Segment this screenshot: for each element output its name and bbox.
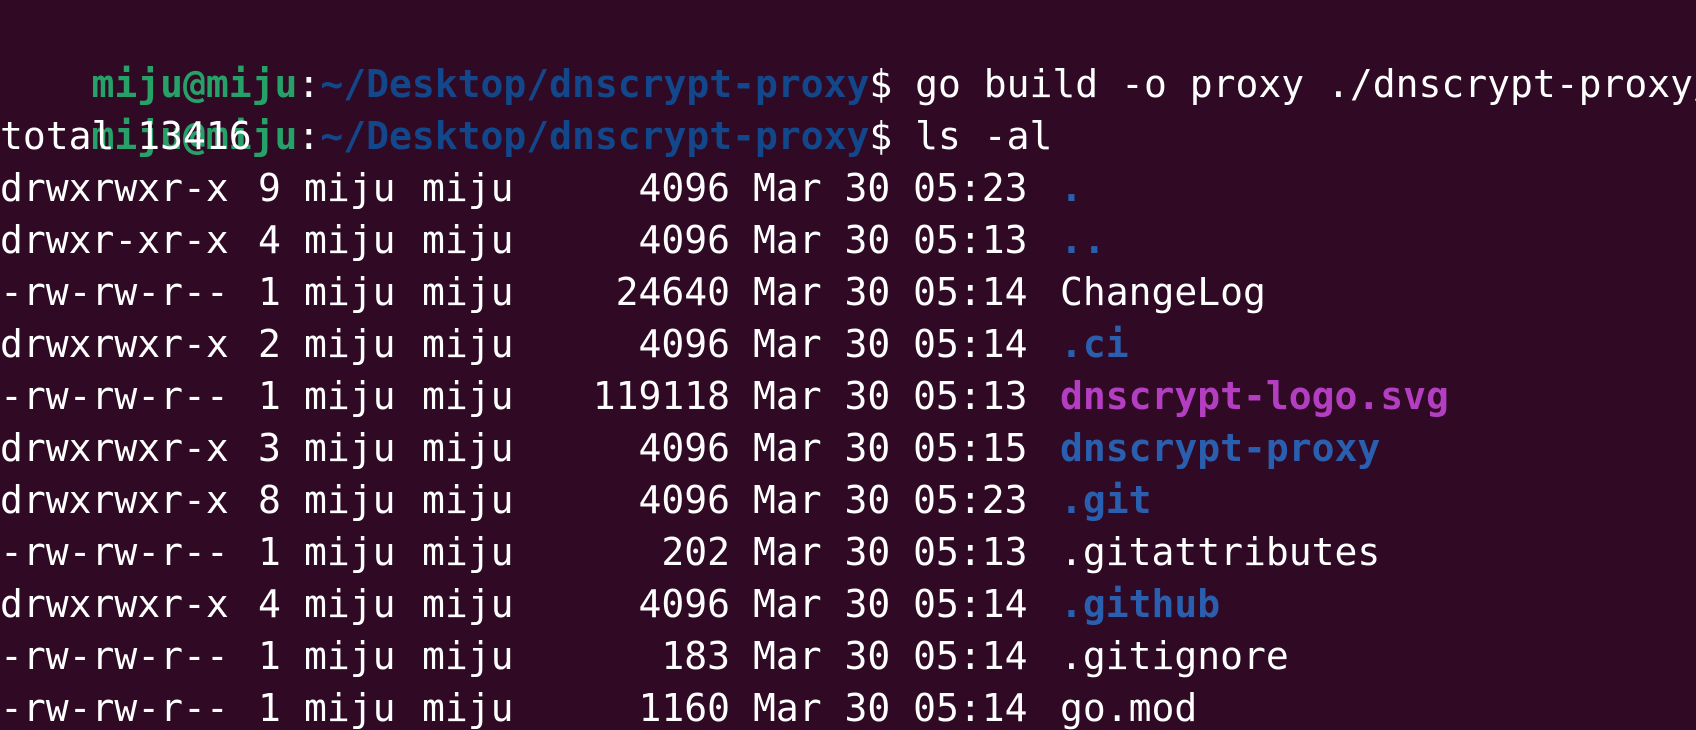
listing-row: -rw-rw-r-- 1 miju miju 119118 Mar 30 05:13 dns… (0, 370, 1696, 422)
link-count-cell: 1 (258, 374, 281, 418)
prompt-symbol: $ (869, 114, 893, 158)
prompt-separator: : (297, 114, 321, 158)
link-count-cell: 9 (258, 166, 281, 210)
date-cell: Mar 30 05:14 (753, 270, 1028, 314)
listing-row: drwxrwxr-x 9 miju miju 4096 Mar 30 05:23. (0, 162, 1696, 214)
group-cell: miju (422, 530, 514, 574)
date-cell: Mar 30 05:14 (753, 322, 1028, 366)
filename-cell: .. (1060, 218, 1106, 262)
group-cell: miju (422, 166, 514, 210)
group-cell: miju (422, 374, 514, 418)
size-cell: 1160 (638, 686, 730, 730)
listing-row: -rw-rw-r-- 1 miju miju 24640 Mar 30 05:14 Chan… (0, 266, 1696, 318)
permissions-cell: drwxrwxr-x (0, 582, 229, 626)
group-cell: miju (422, 426, 514, 470)
date-cell: Mar 30 05:15 (753, 426, 1028, 470)
listing-row: drwxrwxr-x 3 miju miju 4096 Mar 30 05:15 dnscr… (0, 422, 1696, 474)
permissions-cell: drwxrwxr-x (0, 322, 229, 366)
command-text: ls -al (892, 114, 1053, 158)
group-cell: miju (422, 270, 514, 314)
permissions-cell: -rw-rw-r-- (0, 634, 229, 678)
prompt-line-ls: miju@miju:~/Desktop/dnscrypt-proxy$ ls -… (0, 58, 1053, 158)
link-count-cell: 4 (258, 218, 281, 262)
size-cell: 4096 (638, 582, 730, 626)
size-cell: 4096 (638, 166, 730, 210)
group-cell: miju (422, 322, 514, 366)
size-cell: 24640 (615, 270, 730, 314)
link-count-cell: 1 (258, 530, 281, 574)
owner-cell: miju (304, 478, 396, 522)
date-cell: Mar 30 05:13 (753, 218, 1028, 262)
date-cell: Mar 30 05:23 (753, 166, 1028, 210)
owner-cell: miju (304, 426, 396, 470)
listing-row: drwxrwxr-x 2 miju miju 4096 Mar 30 05:14 .ci (0, 318, 1696, 370)
owner-cell: miju (304, 374, 396, 418)
group-cell: miju (422, 634, 514, 678)
date-cell: Mar 30 05:13 (753, 530, 1028, 574)
permissions-cell: drwxrwxr-x (0, 426, 229, 470)
owner-cell: miju (304, 322, 396, 366)
link-count-cell: 1 (258, 686, 281, 730)
date-cell: Mar 30 05:13 (753, 374, 1028, 418)
filename-cell: .ci (1060, 322, 1129, 366)
filename-cell: ChangeLog (1060, 270, 1266, 314)
link-count-cell: 1 (258, 634, 281, 678)
size-cell: 4096 (638, 218, 730, 262)
filename-cell: . (1060, 166, 1083, 210)
link-count-cell: 8 (258, 478, 281, 522)
permissions-cell: -rw-rw-r-- (0, 686, 229, 730)
date-cell: Mar 30 05:14 (753, 582, 1028, 626)
date-cell: Mar 30 05:14 (753, 686, 1028, 730)
terminal-window[interactable]: miju@miju:~/Desktop/dnscrypt-proxy$ go b… (0, 0, 1696, 730)
link-count-cell: 4 (258, 582, 281, 626)
group-cell: miju (422, 686, 514, 730)
group-cell: miju (422, 478, 514, 522)
filename-cell: .gitignore (1060, 634, 1289, 678)
filename-cell: dnscrypt-proxy (1060, 426, 1381, 470)
total-line: total 13416 (0, 114, 252, 158)
date-cell: Mar 30 05:23 (753, 478, 1028, 522)
filename-cell: dnscrypt-logo.svg (1060, 374, 1449, 418)
owner-cell: miju (304, 686, 396, 730)
link-count-cell: 2 (258, 322, 281, 366)
filename-cell: .git (1060, 478, 1152, 522)
owner-cell: miju (304, 218, 396, 262)
listing-row: drwxr-xr-x 4 miju miju 4096 Mar 30 05:13.. (0, 214, 1696, 266)
filename-cell: go.mod (1060, 686, 1198, 730)
listing-row: -rw-rw-r-- 1 miju miju 202 Mar 30 05:13 .gitat… (0, 526, 1696, 578)
filename-cell: .github (1060, 582, 1221, 626)
permissions-cell: drwxrwxr-x (0, 166, 229, 210)
link-count-cell: 1 (258, 270, 281, 314)
owner-cell: miju (304, 634, 396, 678)
prompt-path: ~/Desktop/dnscrypt-proxy (320, 114, 870, 158)
owner-cell: miju (304, 166, 396, 210)
permissions-cell: -rw-rw-r-- (0, 374, 229, 418)
size-cell: 4096 (638, 478, 730, 522)
link-count-cell: 3 (258, 426, 281, 470)
group-cell: miju (422, 582, 514, 626)
permissions-cell: -rw-rw-r-- (0, 270, 229, 314)
size-cell: 4096 (638, 426, 730, 470)
permissions-cell: drwxrwxr-x (0, 478, 229, 522)
filename-cell: .gitattributes (1060, 530, 1381, 574)
permissions-cell: -rw-rw-r-- (0, 530, 229, 574)
date-cell: Mar 30 05:14 (753, 634, 1028, 678)
owner-cell: miju (304, 582, 396, 626)
size-cell: 202 (661, 530, 730, 574)
listing-row: -rw-rw-r-- 1 miju miju 1160 Mar 30 05:14 go.mo… (0, 682, 1696, 730)
group-cell: miju (422, 218, 514, 262)
listing-row: drwxrwxr-x 8 miju miju 4096 Mar 30 05:23 .git (0, 474, 1696, 526)
owner-cell: miju (304, 530, 396, 574)
size-cell: 4096 (638, 322, 730, 366)
owner-cell: miju (304, 270, 396, 314)
permissions-cell: drwxr-xr-x (0, 218, 229, 262)
prompt-line-build: miju@miju:~/Desktop/dnscrypt-proxy$ go b… (0, 6, 1696, 106)
listing-row: -rw-rw-r-- 1 miju miju 183 Mar 30 05:14 .gitig… (0, 630, 1696, 682)
listing-row: drwxrwxr-x 4 miju miju 4096 Mar 30 05:14 .gith… (0, 578, 1696, 630)
size-cell: 183 (661, 634, 730, 678)
size-cell: 119118 (592, 374, 730, 418)
